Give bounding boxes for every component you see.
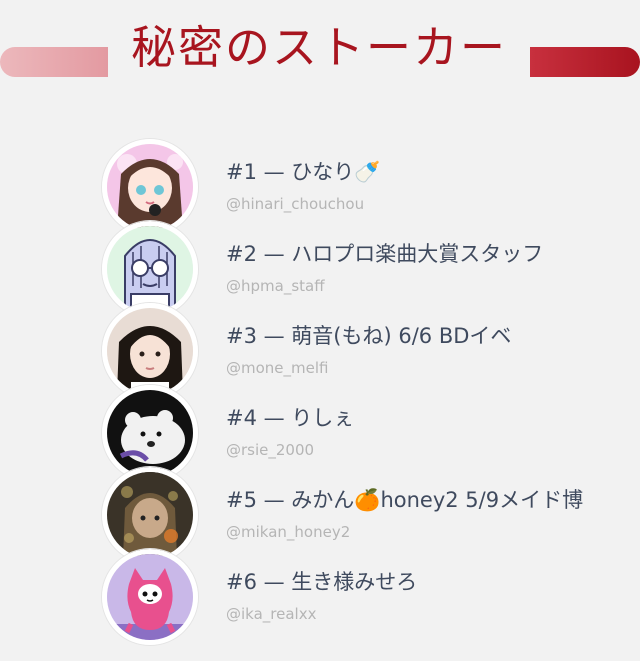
avatar-pink-cat-character-icon (107, 554, 193, 640)
stalker-name[interactable]: #5 — みかん🍊honey2 5/9メイド博 (226, 486, 640, 514)
list-item[interactable]: #3 — 萌音(もね) 6/6 BDイベ @mone_melfi (0, 300, 640, 399)
header-bar-left (0, 47, 108, 77)
header: 秘密のストーカー (0, 14, 640, 78)
list-item[interactable]: #2 — ハロプロ楽曲大賞スタッフ @hpma_staff (0, 218, 640, 317)
stalker-name[interactable]: #1 — ひなり🍼 (226, 158, 640, 186)
stalker-handle: @ika_realxx (226, 605, 317, 623)
list-item[interactable]: #4 — りしぇ @rsie_2000 (0, 382, 640, 481)
stalker-handle: @hinari_chouchou (226, 195, 365, 213)
stalker-name[interactable]: #2 — ハロプロ楽曲大賞スタッフ (226, 240, 640, 268)
list-item[interactable]: #1 — ひなり🍼 @hinari_chouchou (0, 136, 640, 235)
header-bar-right (530, 47, 640, 77)
list-item[interactable]: #6 — 生き様みせろ @ika_realxx (0, 546, 640, 645)
stalker-name[interactable]: #4 — りしぇ (226, 404, 640, 432)
avatar[interactable] (102, 549, 198, 645)
list-item[interactable]: #5 — みかん🍊honey2 5/9メイド博 @mikan_honey2 (0, 464, 640, 563)
stalker-handle: @hpma_staff (226, 277, 325, 295)
page-title: 秘密のストーカー (130, 21, 507, 74)
stalker-name[interactable]: #3 — 萌音(もね) 6/6 BDイベ (226, 322, 640, 350)
stalker-name[interactable]: #6 — 生き様みせろ (226, 568, 640, 596)
stalker-handle: @rsie_2000 (226, 441, 315, 459)
stalker-handle: @mone_melfi (226, 359, 329, 377)
page: 秘密のストーカー #1 — ひなり🍼 @hinari_chouchou #2 —… (0, 0, 640, 661)
stalker-handle: @mikan_honey2 (226, 523, 351, 541)
